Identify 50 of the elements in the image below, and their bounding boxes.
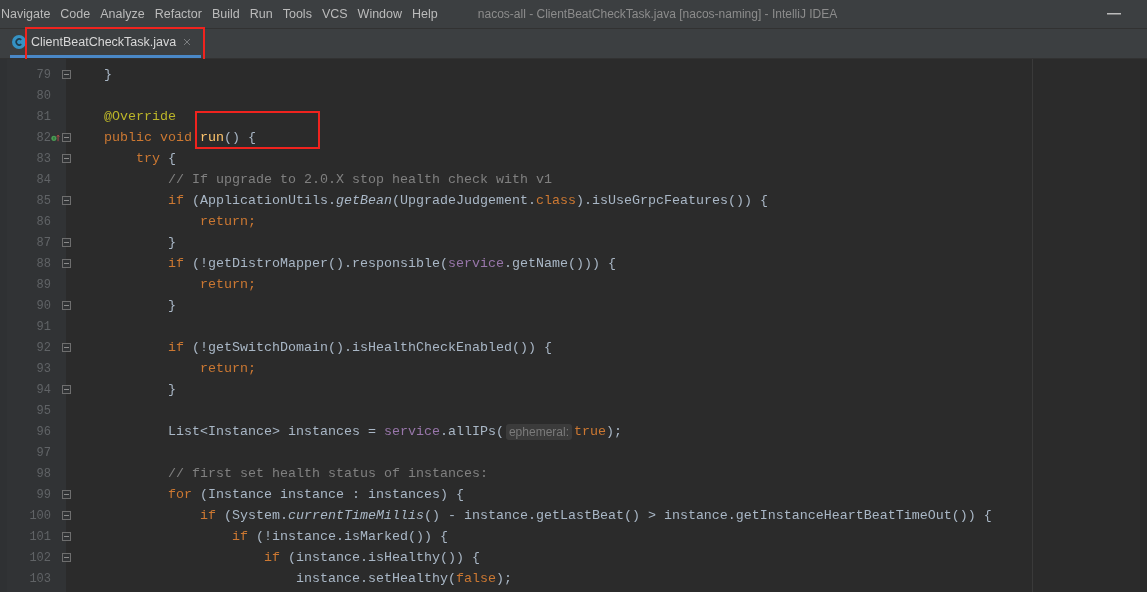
menu-item[interactable]: Run bbox=[249, 7, 273, 21]
code-text: try { bbox=[135, 151, 176, 166]
code-text: return; bbox=[198, 214, 256, 229]
menu-item[interactable]: Code bbox=[60, 7, 91, 21]
fold-icon[interactable] bbox=[61, 133, 71, 142]
fold-icon[interactable] bbox=[61, 70, 71, 79]
code-text: if (!getDistroMapper().responsible(service.getName())) { bbox=[166, 256, 616, 271]
class-icon bbox=[12, 35, 26, 49]
code-text: if (instance.isHealthy()) { bbox=[262, 550, 480, 565]
code-text: } bbox=[166, 235, 176, 250]
code-text: if (!getSwitchDomain().isHealthCheckEnabled()) { bbox=[166, 340, 552, 355]
fold-icon[interactable] bbox=[61, 301, 71, 310]
parameter-hint: ephemeral: bbox=[505, 423, 572, 440]
menu-item[interactable]: Build bbox=[211, 7, 240, 21]
fold-icon[interactable] bbox=[61, 238, 71, 247]
fold-icon[interactable] bbox=[61, 532, 71, 541]
menu-item[interactable]: Refactor bbox=[154, 7, 202, 21]
code-text: for (Instance instance : instances) { bbox=[166, 487, 464, 502]
code-text: @Override bbox=[103, 109, 176, 124]
window-title: nacos-all - ClientBeatCheckTask.java [nacos-naming] - IntelliJ IDEA bbox=[477, 7, 839, 21]
code-text: return; bbox=[198, 277, 256, 292]
code-text: if (!instance.isMarked()) { bbox=[230, 529, 448, 544]
code-text: if (System.currentTimeMillis() - instance.getLastBeat() > instance.getInstanceHeartBeatTimeOut()) { bbox=[198, 508, 992, 523]
code-text: return; bbox=[198, 361, 256, 376]
menu-item[interactable]: Navigate bbox=[1, 7, 51, 21]
menu-item[interactable]: Tools bbox=[282, 7, 312, 21]
code-text: } bbox=[103, 67, 112, 82]
fold-icon[interactable] bbox=[61, 553, 71, 562]
code-text: // If upgrade to 2.0.X stop health check with v1 bbox=[166, 172, 552, 187]
fold-icon[interactable] bbox=[61, 154, 71, 163]
close-icon[interactable] bbox=[183, 38, 192, 46]
minimize-icon[interactable] bbox=[1107, 13, 1121, 15]
menu-item[interactable]: Analyze bbox=[100, 7, 145, 21]
code-text: List<Instance> instances = service.allIPs( bbox=[166, 424, 504, 439]
fold-icon[interactable] bbox=[61, 490, 71, 499]
fold-icon[interactable] bbox=[61, 259, 71, 268]
code-text: public void run() { bbox=[103, 130, 256, 145]
code-text: if (ApplicationUtils.getBean(UpgradeJudgement.class).isUseGrpcFeatures()) { bbox=[166, 193, 768, 208]
menu-item[interactable]: Help bbox=[412, 7, 438, 21]
code-text: true); bbox=[574, 424, 622, 439]
fold-icon[interactable] bbox=[61, 511, 71, 520]
menu-item[interactable]: Window bbox=[357, 7, 403, 21]
code-text: instance.setHealthy(false); bbox=[294, 571, 512, 586]
code-text: } bbox=[166, 382, 176, 397]
fold-icon[interactable] bbox=[61, 196, 71, 205]
menu-item[interactable]: VCS bbox=[321, 7, 348, 21]
code-text: // first set health status of instances: bbox=[166, 466, 488, 481]
fold-icon[interactable] bbox=[61, 385, 71, 394]
fold-icon[interactable] bbox=[61, 343, 71, 352]
code-text: } bbox=[166, 298, 176, 313]
